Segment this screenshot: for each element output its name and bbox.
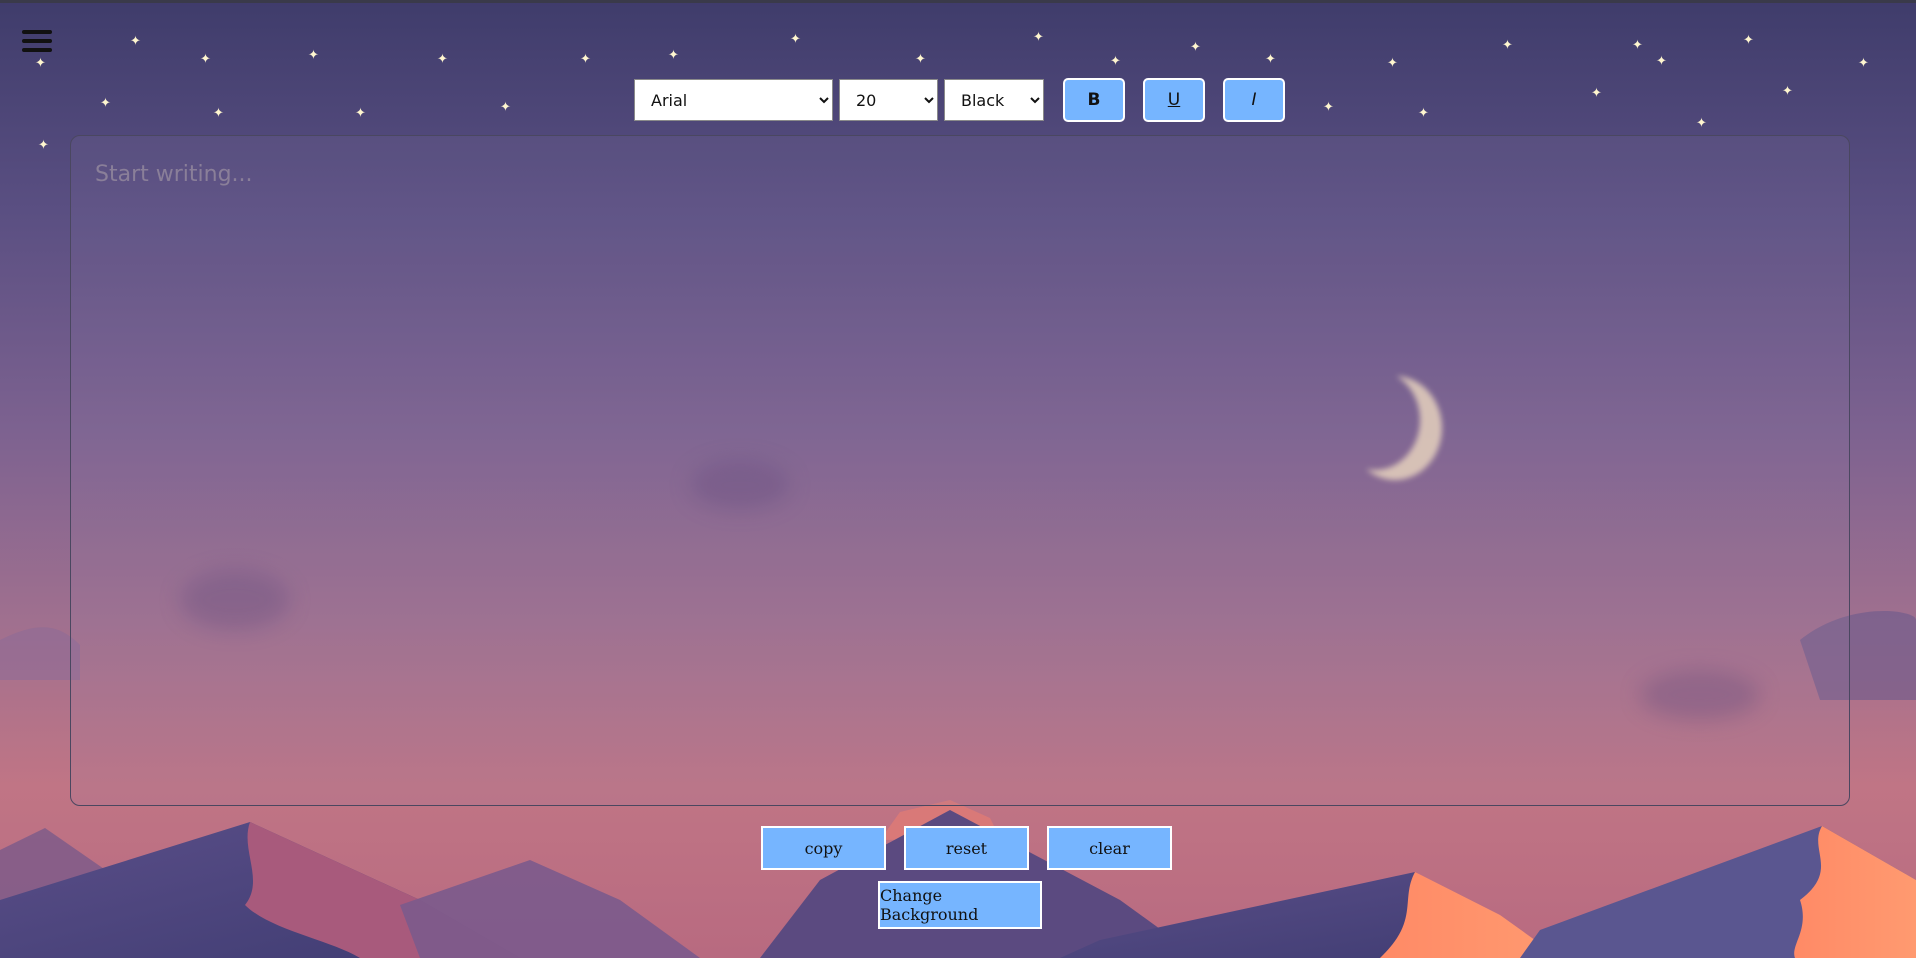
font-size-select[interactable]: 20 [839,79,938,121]
font-family-select[interactable]: Arial [634,79,833,121]
menu-bar [22,30,52,34]
reset-button[interactable]: reset [904,826,1029,870]
underline-button[interactable]: U [1143,78,1205,122]
underline-label: U [1167,90,1181,110]
font-color-select[interactable]: Black [944,79,1044,121]
bold-label: B [1087,90,1101,110]
text-editor-area[interactable]: Start writing... [70,135,1850,806]
copy-label: copy [804,838,843,858]
cloud-left [0,627,80,680]
mountain-mid [400,860,700,958]
hamburger-menu-icon[interactable] [22,30,52,56]
change-background-label: Change Background [880,886,979,924]
italic-label: I [1251,90,1257,110]
formatting-toolbar: Arial 20 Black B U I [634,78,1285,122]
copy-button[interactable]: copy [761,826,886,870]
clear-button[interactable]: clear [1047,826,1172,870]
menu-bar [22,39,52,43]
clear-label: clear [1089,838,1130,858]
change-background-button[interactable]: Change Background [878,881,1042,929]
reset-label: reset [945,838,988,858]
editor-placeholder: Start writing... [95,162,253,187]
italic-button[interactable]: I [1223,78,1285,122]
menu-bar [22,48,52,52]
bold-button[interactable]: B [1063,78,1125,122]
